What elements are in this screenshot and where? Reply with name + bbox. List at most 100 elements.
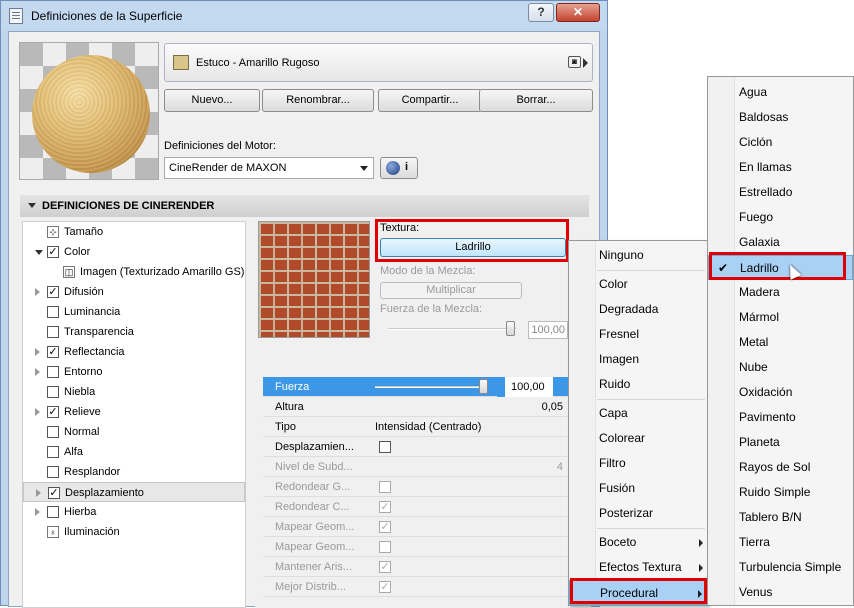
rename-button[interactable]: Renombrar... (262, 89, 374, 112)
expand-icon[interactable] (35, 408, 40, 416)
tree-checkbox[interactable] (47, 506, 59, 518)
tree-checkbox[interactable] (47, 366, 59, 378)
menu-item[interactable]: Degradada (569, 297, 707, 322)
menu-item[interactable]: Agua (708, 80, 853, 105)
property-row[interactable]: Redondear C... ✓ (263, 497, 571, 517)
tree-item[interactable]: ✓ Difusión (23, 282, 245, 302)
menu-item[interactable]: Turbulencia Simple (708, 555, 853, 580)
menu-item[interactable]: Ciclón (708, 130, 853, 155)
tree-item[interactable]: Normal (23, 422, 245, 442)
property-row[interactable]: Altura 0,05 (263, 397, 571, 417)
help-button[interactable]: ? (528, 3, 554, 22)
tree-checkbox[interactable]: ✓ (47, 286, 59, 298)
blend-mode-button[interactable]: Multiplicar (380, 282, 522, 299)
material-selector[interactable]: Estuco - Amarillo Rugoso ◙ (164, 43, 593, 82)
property-row[interactable]: Fuerza 100,00 (263, 377, 571, 397)
menu-item[interactable]: Oxidación (708, 380, 853, 405)
delete-button[interactable]: Borrar... (479, 89, 593, 112)
property-row[interactable]: Mapear Geom... ✓ (263, 517, 571, 537)
tree-item[interactable]: ⊹ Tamaño (23, 222, 245, 242)
new-button[interactable]: Nuevo... (164, 89, 260, 112)
strength-slider-thumb[interactable] (479, 379, 488, 394)
menu-item[interactable]: En llamas (708, 155, 853, 180)
share-button[interactable]: Compartir... (378, 89, 482, 112)
menu-item[interactable]: Posterizar (569, 501, 707, 526)
engine-dropdown[interactable]: CineRender de MAXON (164, 157, 374, 179)
menu-item[interactable]: Estrellado (708, 180, 853, 205)
property-checkbox[interactable] (379, 481, 391, 493)
menu-item[interactable]: Pavimento (708, 405, 853, 430)
strength-slider[interactable] (375, 386, 485, 388)
title-bar[interactable]: Definiciones de la Superficie ? ✕ (1, 1, 607, 31)
tree-item[interactable]: Entorno (23, 362, 245, 382)
property-row[interactable]: Mejor Distrib... ✓ (263, 577, 571, 597)
menu-item[interactable]: Boceto (569, 530, 707, 555)
tree-item[interactable]: Luminancia (23, 302, 245, 322)
menu-item[interactable]: Venus (708, 580, 853, 605)
menu-item[interactable]: Planeta (708, 430, 853, 455)
expand-icon[interactable] (35, 348, 40, 356)
tree-item[interactable]: Hierba (23, 502, 245, 522)
menu-item[interactable]: Filtro (569, 451, 707, 476)
expand-icon[interactable] (35, 288, 40, 296)
tree-checkbox[interactable]: ✓ (47, 346, 59, 358)
expanded-icon[interactable] (35, 250, 43, 255)
property-checkbox[interactable]: ✓ (379, 561, 391, 573)
menu-item[interactable]: Color (569, 272, 707, 297)
tree-item[interactable]: ✓ Reflectancia (23, 342, 245, 362)
menu-item[interactable]: Ruido (569, 372, 707, 397)
property-row[interactable]: Nivel de Subd... 4 (263, 457, 571, 477)
engine-info-button[interactable]: i (380, 157, 418, 179)
tree-checkbox[interactable] (47, 466, 59, 478)
menu-item[interactable]: Colorear (569, 426, 707, 451)
tree-item[interactable]: Niebla (23, 382, 245, 402)
tree-checkbox[interactable] (47, 386, 59, 398)
tree-checkbox[interactable] (47, 326, 59, 338)
tree-item[interactable]: ♁ Iluminación (23, 522, 245, 542)
tree-checkbox[interactable] (47, 306, 59, 318)
property-checkbox[interactable] (379, 541, 391, 553)
property-row[interactable]: Redondear G... (263, 477, 571, 497)
property-checkbox[interactable]: ✓ (379, 501, 391, 513)
expand-icon[interactable] (35, 508, 40, 516)
strength-value[interactable]: 100,00 (497, 377, 553, 397)
tree-item[interactable]: ✓ Color (23, 242, 245, 262)
menu-item[interactable]: Fresnel (569, 322, 707, 347)
expand-icon[interactable] (36, 489, 41, 497)
menu-item[interactable]: Fuego (708, 205, 853, 230)
menu-item[interactable]: Madera (708, 280, 853, 305)
menu-item[interactable]: Imagen (569, 347, 707, 372)
menu-item[interactable]: Fusión (569, 476, 707, 501)
menu-item[interactable]: Capa (569, 401, 707, 426)
blend-strength-thumb[interactable] (506, 321, 515, 336)
menu-item[interactable]: Mármol (708, 305, 853, 330)
property-row[interactable]: Desplazamien... (263, 437, 571, 457)
blend-strength-slider[interactable] (388, 328, 516, 330)
menu-item[interactable]: Tablero B/N (708, 505, 853, 530)
property-row[interactable]: Mantener Aris... ✓ (263, 557, 571, 577)
tree-item[interactable]: ◫ Imagen (Texturizado Amarillo GS) (23, 262, 245, 282)
tree-item[interactable]: Resplandor (23, 462, 245, 482)
property-row[interactable]: Tipo Intensidad (Centrado) (263, 417, 571, 437)
tree-checkbox[interactable] (47, 446, 59, 458)
tree-item[interactable]: Alfa (23, 442, 245, 462)
cinerender-section-header[interactable]: DEFINICIONES DE CINERENDER (20, 195, 589, 217)
tree-checkbox[interactable]: ✓ (47, 406, 59, 418)
close-button[interactable]: ✕ (556, 3, 600, 22)
menu-item[interactable]: Rayos de Sol (708, 455, 853, 480)
menu-item[interactable]: Tierra (708, 530, 853, 555)
menu-item[interactable]: Ninguno (569, 243, 707, 268)
menu-item[interactable]: Efectos Textura (569, 555, 707, 580)
menu-item[interactable]: Ruido Simple (708, 480, 853, 505)
menu-item[interactable]: Metal (708, 330, 853, 355)
property-checkbox[interactable] (379, 441, 391, 453)
tree-item[interactable]: ✓ Relieve (23, 402, 245, 422)
property-row[interactable]: Mapear Geom... (263, 537, 571, 557)
tree-checkbox[interactable]: ✓ (48, 487, 60, 499)
property-checkbox[interactable]: ✓ (379, 521, 391, 533)
menu-item[interactable]: Baldosas (708, 105, 853, 130)
tree-checkbox[interactable] (47, 426, 59, 438)
blend-strength-value[interactable]: 100,00 (528, 321, 568, 339)
tree-item[interactable]: Transparencia (23, 322, 245, 342)
tree-item[interactable]: ✓ Desplazamiento (23, 482, 245, 502)
